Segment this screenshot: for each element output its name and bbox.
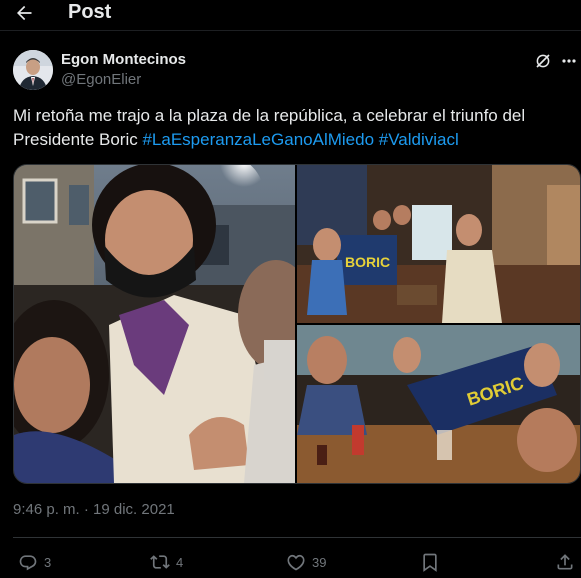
hashtag-link[interactable]: #Valdiviacl (379, 130, 459, 149)
photo-selfie-group[interactable] (14, 165, 295, 483)
bookmark-button[interactable] (420, 552, 440, 572)
photo-bar-boric-flag[interactable]: BORIC (297, 165, 580, 323)
author-handle[interactable]: @EgonElier (61, 71, 141, 88)
tweet-text: Mi retoña me trajo a la plaza de la repú… (13, 104, 568, 152)
reply-icon (19, 555, 37, 571)
author-name[interactable]: Egon Montecinos (61, 51, 186, 68)
media-grid: BORIC BORIC (13, 164, 581, 484)
hashtag-link[interactable]: #LaEsperanzaLeGanoAlMiedo (142, 130, 374, 149)
bookmark-icon (423, 553, 437, 572)
reply-count: 3 (44, 554, 52, 570)
share-button[interactable] (555, 552, 575, 572)
arrow-left-icon[interactable] (14, 3, 34, 23)
page-title: Post (68, 1, 112, 23)
grok-icon[interactable] (534, 52, 552, 70)
like-button[interactable]: 39 (286, 552, 326, 572)
repost-button[interactable]: 4 (150, 552, 183, 572)
share-icon (557, 554, 573, 570)
top-header: Post (0, 0, 581, 30)
reply-button[interactable]: 3 (18, 552, 51, 572)
repost-icon (150, 555, 170, 569)
more-options-icon[interactable] (561, 52, 577, 70)
heart-icon (287, 554, 305, 571)
repost-count: 4 (176, 554, 184, 570)
header-divider (0, 30, 581, 31)
svg-text:BORIC: BORIC (345, 254, 390, 270)
actions-divider (13, 537, 581, 538)
post-timestamp[interactable]: 9:46 p. m. · 19 dic. 2021 (13, 501, 175, 518)
avatar[interactable] (13, 50, 53, 90)
like-count: 39 (312, 554, 327, 570)
photo-bar-table-celebration[interactable]: BORIC (297, 325, 580, 483)
